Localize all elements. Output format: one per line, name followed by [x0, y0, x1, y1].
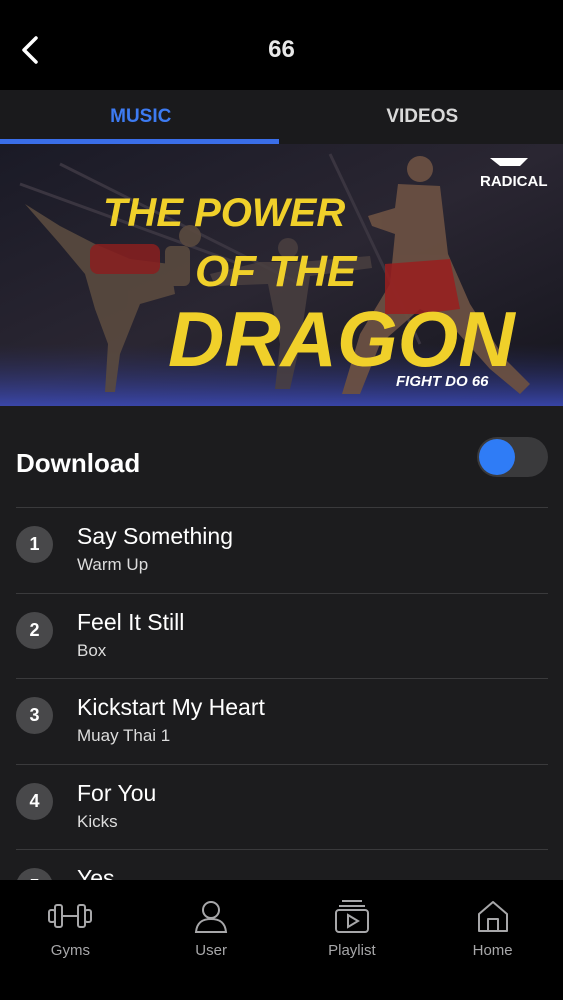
track-title: Kickstart My Heart — [77, 694, 265, 720]
release-banner-image: THE POWER OF THE DRAGON RADICAL FIGHT DO… — [0, 144, 563, 406]
page-title: 66 — [268, 36, 295, 63]
track-subtitle: Muay Thai 1 — [77, 726, 171, 745]
track-number-badge: 2 — [16, 611, 53, 649]
tabbar-home-label: Home — [472, 942, 513, 959]
tabbar-gyms-label: Gyms — [50, 942, 90, 959]
track-number-badge: 5 — [16, 868, 53, 880]
user-icon — [187, 896, 235, 936]
banner-headline-line3: DRAGON — [168, 295, 516, 383]
download-toggle[interactable] — [477, 437, 548, 477]
track-title: Yes — [77, 865, 115, 880]
track-subtitle: Warm Up — [77, 555, 149, 574]
tabbar-user-label: User — [195, 942, 227, 959]
home-icon — [469, 896, 517, 936]
banner-brand: RADICAL — [480, 173, 548, 190]
track-row-2[interactable]: 2 Feel It Still Box — [16, 594, 548, 679]
track-number-badge: 3 — [16, 697, 53, 734]
track-title: For You — [77, 779, 157, 806]
banner-headline-line2: OF THE — [195, 247, 358, 296]
dumbbell-icon — [46, 896, 94, 936]
toggle-knob — [479, 439, 515, 475]
tabbar-user[interactable]: User — [141, 880, 282, 1000]
track-number-badge: 1 — [16, 526, 53, 563]
tabbar-gyms[interactable]: Gyms — [0, 880, 141, 1000]
banner-headline-line1: THE POWER — [103, 191, 345, 235]
banner-caption: FIGHT DO 66 — [396, 373, 489, 390]
tabbar-playlist-label: Playlist — [328, 942, 376, 959]
track-number-badge: 4 — [16, 782, 53, 820]
track-title: Feel It Still — [77, 608, 185, 635]
segment-tabs: MUSIC VIDEOS — [0, 90, 563, 144]
bottom-tab-bar: Gyms User Playlist Home — [0, 880, 563, 1000]
tabbar-playlist[interactable]: Playlist — [282, 880, 423, 1000]
track-row-4[interactable]: 4 For You Kicks — [16, 765, 548, 850]
tabbar-home[interactable]: Home — [422, 880, 563, 1000]
track-title: Say Something — [77, 523, 233, 549]
track-subtitle: Box — [77, 640, 107, 660]
top-nav-bar: 66 — [0, 0, 563, 90]
banner-artwork: THE POWER OF THE DRAGON RADICAL FIGHT DO… — [0, 144, 563, 406]
track-row-1[interactable]: 1 Say Something Warm Up — [16, 508, 548, 594]
track-row-3[interactable]: 3 Kickstart My Heart Muay Thai 1 — [16, 679, 548, 765]
tab-videos[interactable]: VIDEOS — [282, 90, 563, 144]
tab-music-label: MUSIC — [110, 106, 172, 127]
tab-music[interactable]: MUSIC — [0, 90, 282, 144]
track-list: 1 Say Something Warm Up 2 Feel It Still … — [0, 508, 563, 880]
download-label: Download — [16, 448, 141, 478]
tab-videos-label: VIDEOS — [386, 106, 459, 127]
track-row-5[interactable]: 5 Yes — [16, 850, 548, 880]
playlist-icon — [328, 896, 376, 936]
track-subtitle: Kicks — [77, 811, 118, 831]
